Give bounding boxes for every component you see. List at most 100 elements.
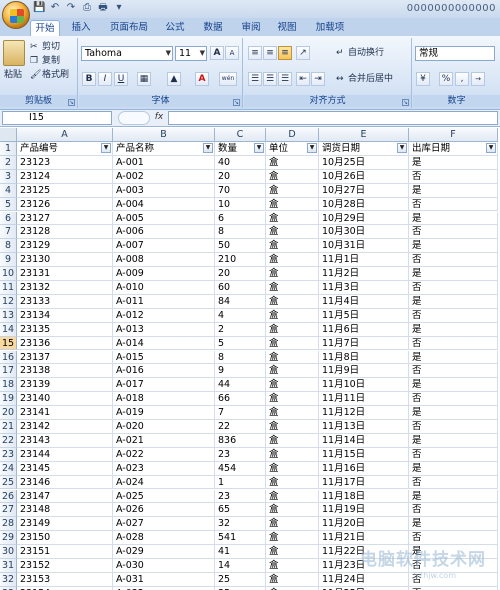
name-box[interactable]: I15 (2, 111, 112, 125)
table-cell[interactable]: 4 (215, 308, 266, 323)
redo-icon[interactable]: ↷ (65, 2, 77, 14)
tab-review[interactable]: 审阅 (236, 20, 266, 36)
table-cell[interactable]: 23135 (17, 322, 113, 337)
table-cell[interactable]: 是 (409, 322, 498, 337)
table-cell[interactable]: 22 (215, 420, 266, 434)
column-header-d[interactable]: D (266, 128, 319, 142)
table-cell[interactable]: 盒 (266, 155, 319, 170)
table-cell[interactable]: 44 (215, 378, 266, 393)
row-header[interactable]: 32 (0, 572, 17, 587)
table-cell[interactable]: 23136 (17, 336, 113, 351)
row-header[interactable]: 18 (0, 378, 17, 393)
table-cell[interactable]: 70 (215, 183, 266, 198)
table-cell[interactable]: A-017 (113, 378, 215, 393)
table-cell[interactable]: 盒 (266, 545, 319, 559)
table-cell[interactable]: A-006 (113, 225, 215, 240)
table-cell[interactable]: 盒 (266, 364, 319, 379)
row-header[interactable]: 3 (0, 169, 17, 184)
clipboard-launcher-icon[interactable]: ↘ (68, 99, 75, 106)
table-cell[interactable]: A-027 (113, 517, 215, 532)
row-header[interactable]: 9 (0, 253, 17, 268)
table-cell[interactable]: 23137 (17, 350, 113, 365)
row-header[interactable]: 19 (0, 392, 17, 407)
table-cell[interactable]: 盒 (266, 517, 319, 532)
filter-dropdown-icon[interactable]: ▼ (203, 143, 213, 153)
table-cell[interactable]: A-005 (113, 211, 215, 226)
increase-decimal-icon[interactable]: → (471, 72, 485, 86)
row-header[interactable]: 17 (0, 364, 17, 379)
table-cell[interactable]: A-003 (113, 183, 215, 198)
table-cell[interactable]: 23144 (17, 447, 113, 462)
align-bottom-icon[interactable]: ≡ (278, 46, 292, 60)
table-cell[interactable]: 11月23日 (319, 559, 409, 573)
table-cell[interactable]: 11月18日 (319, 489, 409, 504)
header-cell[interactable]: 出库日期 ▼ (409, 142, 498, 156)
row-header[interactable]: 2 (0, 155, 17, 170)
table-cell[interactable]: 是 (409, 294, 498, 309)
save-icon[interactable]: 💾 (33, 2, 45, 14)
table-cell[interactable]: 23139 (17, 378, 113, 393)
table-cell[interactable]: 23149 (17, 517, 113, 532)
table-cell[interactable]: 盒 (266, 461, 319, 476)
table-cell[interactable]: 23145 (17, 461, 113, 476)
table-cell[interactable]: 23123 (17, 155, 113, 170)
table-cell[interactable]: 60 (215, 281, 266, 295)
table-cell[interactable]: 盒 (266, 183, 319, 198)
table-cell[interactable]: A-020 (113, 420, 215, 434)
table-cell[interactable]: 11月15日 (319, 447, 409, 462)
table-cell[interactable]: 9 (215, 364, 266, 379)
filter-dropdown-icon[interactable]: ▼ (101, 143, 111, 153)
align-center-icon[interactable]: ☰ (263, 72, 277, 86)
table-cell[interactable]: A-015 (113, 350, 215, 365)
table-cell[interactable]: 否 (409, 447, 498, 462)
table-cell[interactable]: 6 (215, 211, 266, 226)
table-cell[interactable]: 11月10日 (319, 378, 409, 393)
table-cell[interactable]: 11月8日 (319, 350, 409, 365)
table-cell[interactable]: 盒 (266, 572, 319, 587)
table-cell[interactable]: A-004 (113, 197, 215, 212)
row-header[interactable]: 7 (0, 225, 17, 240)
table-cell[interactable]: 是 (409, 239, 498, 254)
table-cell[interactable]: A-010 (113, 281, 215, 295)
font-color-button[interactable]: A (195, 72, 209, 86)
grow-font-button[interactable]: A (210, 46, 224, 60)
row-header[interactable]: 1 (0, 142, 17, 156)
table-cell[interactable]: 否 (409, 281, 498, 295)
worksheet-grid[interactable]: A B C D E F 1 产品编号 ▼ 产品名称 ▼ 数量 ▼ 单位 ▼ 调货日期 ▼ 出库日期 ▼ 2 23123 A… (0, 128, 500, 590)
table-cell[interactable]: 11月13日 (319, 420, 409, 434)
align-middle-icon[interactable]: ≡ (263, 46, 277, 60)
row-header[interactable]: 31 (0, 559, 17, 573)
table-cell[interactable]: 10月25日 (319, 155, 409, 170)
table-cell[interactable]: 否 (409, 475, 498, 490)
row-header[interactable]: 24 (0, 461, 17, 476)
table-cell[interactable]: 否 (409, 420, 498, 434)
table-cell[interactable]: 11月9日 (319, 364, 409, 379)
row-header[interactable]: 27 (0, 503, 17, 518)
tab-view[interactable]: 视图 (272, 20, 302, 36)
table-cell[interactable]: 盒 (266, 197, 319, 212)
table-cell[interactable]: 盒 (266, 406, 319, 420)
table-cell[interactable]: A-008 (113, 253, 215, 268)
table-cell[interactable]: 11月11日 (319, 392, 409, 407)
table-cell[interactable]: 11月4日 (319, 294, 409, 309)
row-header[interactable]: 28 (0, 517, 17, 532)
align-top-icon[interactable]: ≡ (248, 46, 262, 60)
table-cell[interactable]: 盒 (266, 378, 319, 393)
row-header[interactable]: 8 (0, 239, 17, 254)
row-header[interactable]: 5 (0, 197, 17, 212)
table-cell[interactable]: 454 (215, 461, 266, 476)
row-header[interactable]: 29 (0, 531, 17, 546)
table-cell[interactable]: 11月1日 (319, 253, 409, 268)
column-header-e[interactable]: E (319, 128, 409, 142)
phonetic-button[interactable]: wén (219, 72, 237, 86)
align-right-icon[interactable]: ☰ (278, 72, 292, 86)
table-cell[interactable]: 210 (215, 253, 266, 268)
table-cell[interactable]: 盒 (266, 420, 319, 434)
tab-insert[interactable]: 插入 (66, 20, 96, 36)
table-cell[interactable]: 盒 (266, 489, 319, 504)
header-cell[interactable]: 产品名称 ▼ (113, 142, 215, 156)
table-cell[interactable]: 否 (409, 503, 498, 518)
table-cell[interactable]: 20 (215, 169, 266, 184)
row-header[interactable]: 20 (0, 406, 17, 420)
table-cell[interactable]: A-016 (113, 364, 215, 379)
